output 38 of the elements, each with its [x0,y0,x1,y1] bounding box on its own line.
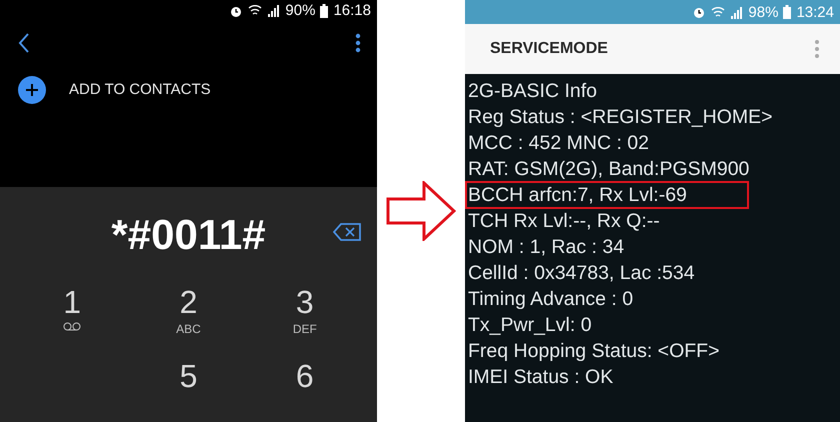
info-line: Tx_Pwr_Lvl: 0 [467,313,593,338]
info-line: TCH Rx Lvl:--, Rx Q:-- [467,209,661,234]
signal-icon [267,4,280,18]
info-line: 2G-BASIC Info [467,79,598,104]
key-letters: DEF [292,322,317,336]
info-line: Timing Advance : 0 [467,287,634,312]
right-arrow-icon [386,181,456,241]
dialed-number: *#0011# [111,210,266,258]
battery-icon [320,4,328,18]
add-icon[interactable] [18,76,46,104]
key-letters: ABC [176,322,201,336]
dial-key[interactable]: 1 [63,282,82,322]
info-line: Freq Hopping Status: <OFF> [467,339,720,364]
info-line: NOM : 1, Rac : 34 [467,235,626,260]
voicemail-icon [63,322,82,331]
dial-key[interactable]: 6 [296,356,314,396]
dial-key[interactable]: 3 [296,282,314,322]
add-to-contacts-link[interactable]: ADD TO CONTACTS [69,81,211,98]
info-line: CellId : 0x34783, Lac :534 [467,261,696,286]
battery-level: 90% [285,2,316,20]
dial-key[interactable]: 5 [180,356,198,396]
battery-level: 98% [748,4,778,20]
more-options-icon[interactable] [355,33,361,54]
info-line: RAT: GSM(2G), Band:PGSM900 [467,157,750,182]
signal-icon [730,6,744,18]
wifi-icon [711,6,726,18]
info-line: Reg Status : <REGISTER_HOME> [467,105,774,130]
backspace-icon[interactable] [333,223,361,241]
dial-key[interactable]: 2 [180,282,198,322]
wifi-icon [248,4,262,18]
clock-time: 13:24 [796,4,834,20]
info-line: IMEI Status : OK [467,365,614,390]
app-title: SERVICEMODE [490,40,608,58]
info-line: MCC : 452 MNC : 02 [467,131,650,156]
battery-icon [783,5,792,19]
alarm-icon [692,5,706,19]
clock-time: 16:18 [333,2,371,20]
back-icon[interactable] [18,33,30,54]
